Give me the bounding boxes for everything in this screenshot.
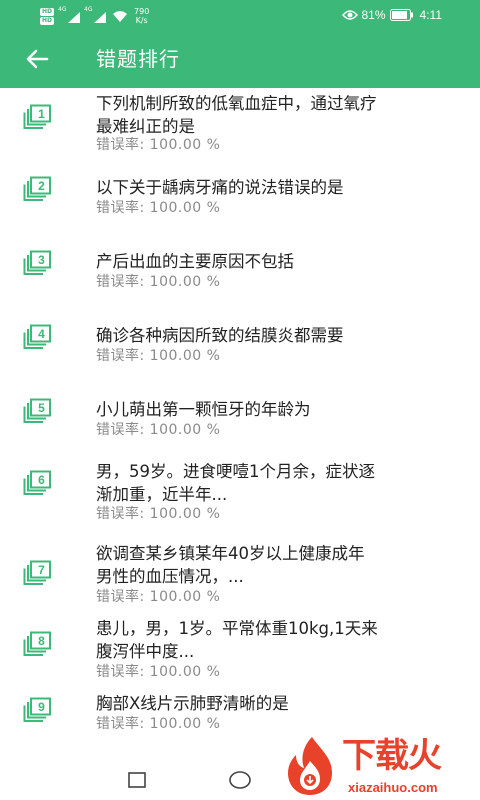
wifi-icon (113, 11, 128, 22)
list-item[interactable]: 5 小儿萌出第一颗恒牙的年龄为 错误率: 100.00 % (0, 384, 480, 458)
rank-badge-icon: 4 (22, 324, 52, 350)
clock: 4:11 (419, 8, 442, 22)
hd-badge: HD (40, 7, 55, 16)
question-text: 欲调查某乡镇某年40岁以上健康成年 男性的血压情况，... (96, 544, 365, 586)
error-rate: 错误率: 100.00 % (96, 716, 221, 732)
rank-number: 7 (38, 563, 45, 577)
error-rate: 错误率: 100.00 % (96, 348, 221, 364)
sim1-signal: 4G (58, 6, 81, 23)
list-item[interactable]: 7 欲调查某乡镇某年40岁以上健康成年 男性的血压情况，... 错误率: 100… (0, 542, 480, 617)
battery-percent: 81% (361, 8, 386, 22)
error-rate: 错误率: 100.00 % (96, 422, 221, 438)
rank-badge-icon: 9 (22, 697, 52, 723)
rank-number: 9 (38, 700, 45, 714)
question-text: 以下关于龋病牙痛的说法错误的是 (96, 178, 344, 197)
page-title: 错题排行 (96, 47, 180, 71)
flame-logo-icon (288, 737, 332, 795)
watermark-title: 下载火 (342, 736, 442, 776)
question-text: 患儿，男，1岁。平常体重10kg,1天来 腹泻伴中度... (96, 619, 378, 661)
list-item[interactable]: 4 确诊各种病因所致的结膜炎都需要 错误率: 100.00 % (0, 310, 480, 384)
signal-icon (68, 12, 81, 23)
eye-icon (341, 10, 358, 20)
network-speed-unit: K/s (135, 16, 148, 25)
status-bar-right: 81% 4:11 (341, 5, 442, 25)
error-rate: 错误率: 100.00 % (96, 664, 221, 680)
list-item[interactable]: 6 男，59岁。进食哽噎1个月余，症状逐 渐加重，近半年... 错误率: 100… (0, 458, 480, 542)
rank-number: 5 (38, 401, 45, 415)
question-text: 确诊各种病因所致的结膜炎都需要 (96, 326, 344, 345)
rank-number: 2 (38, 179, 45, 193)
rank-number: 4 (38, 327, 45, 341)
rank-number: 1 (38, 107, 45, 121)
error-rate: 错误率: 100.00 % (96, 589, 221, 605)
sim2-network-type: 4G (84, 6, 93, 13)
app-header: HD HD 4G 4G 790 K/s 81% 4:11 错题排行 (0, 0, 480, 88)
rank-badge-icon: 2 (22, 176, 52, 202)
rank-badge-icon: 6 (22, 470, 52, 496)
error-rate: 错误率: 100.00 % (96, 274, 221, 290)
list-item[interactable]: 8 患儿，男，1岁。平常体重10kg,1天来 腹泻伴中度... 错误率: 100… (0, 617, 480, 697)
list-item[interactable]: 2 以下关于龋病牙痛的说法错误的是 错误率: 100.00 % (0, 162, 480, 236)
network-speed-value: 790 (134, 7, 150, 16)
hd-badge: HD (40, 16, 55, 25)
question-text: 下列机制所致的低氧血症中，通过氧疗 最难纠正的是 (96, 94, 377, 136)
status-bar: HD HD 4G 4G 790 K/s 81% 4:11 (0, 0, 480, 30)
rank-badge-icon: 3 (22, 250, 52, 276)
error-rate: 错误率: 100.00 % (96, 506, 221, 522)
question-text: 男，59岁。进食哽噎1个月余，症状逐 渐加重，近半年... (96, 462, 375, 504)
list-item[interactable]: 1 下列机制所致的低氧血症中，通过氧疗 最难纠正的是 错误率: 100.00 % (0, 88, 480, 162)
hd-badges: HD HD (40, 7, 55, 25)
list-item[interactable]: 3 产后出血的主要原因不包括 错误率: 100.00 % (0, 236, 480, 310)
rank-badge-icon: 1 (22, 104, 52, 130)
sim1-network-type: 4G (58, 6, 67, 13)
status-bar-left: HD HD 4G 4G 790 K/s (40, 4, 149, 28)
battery-icon (389, 9, 413, 21)
question-text: 产后出血的主要原因不包括 (96, 252, 294, 271)
rank-number: 6 (38, 473, 45, 487)
signal-icon (94, 12, 107, 23)
question-text: 胸部X线片示肺野清晰的是 (96, 694, 289, 713)
rank-badge-icon: 5 (22, 398, 52, 424)
watermark-url: xiazaihuo.com (348, 780, 438, 795)
watermark-logo: 下载火 xiazaihuo.com (282, 733, 480, 800)
question-text: 小儿萌出第一颗恒牙的年龄为 (96, 400, 311, 419)
home-icon[interactable] (229, 771, 251, 789)
back-button[interactable] (22, 45, 52, 73)
arrow-left-icon (26, 49, 49, 69)
rank-number: 8 (38, 634, 45, 648)
error-rate: 错误率: 100.00 % (96, 137, 221, 153)
error-rate: 错误率: 100.00 % (96, 200, 221, 216)
network-speed: 790 K/s (134, 7, 149, 25)
app-bar: 错题排行 (0, 30, 480, 88)
rank-badge-icon: 8 (22, 631, 52, 657)
rank-number: 3 (38, 253, 45, 267)
rank-badge-icon: 7 (22, 560, 52, 586)
sim2-signal: 4G (84, 6, 107, 23)
recent-apps-icon[interactable] (128, 772, 146, 788)
